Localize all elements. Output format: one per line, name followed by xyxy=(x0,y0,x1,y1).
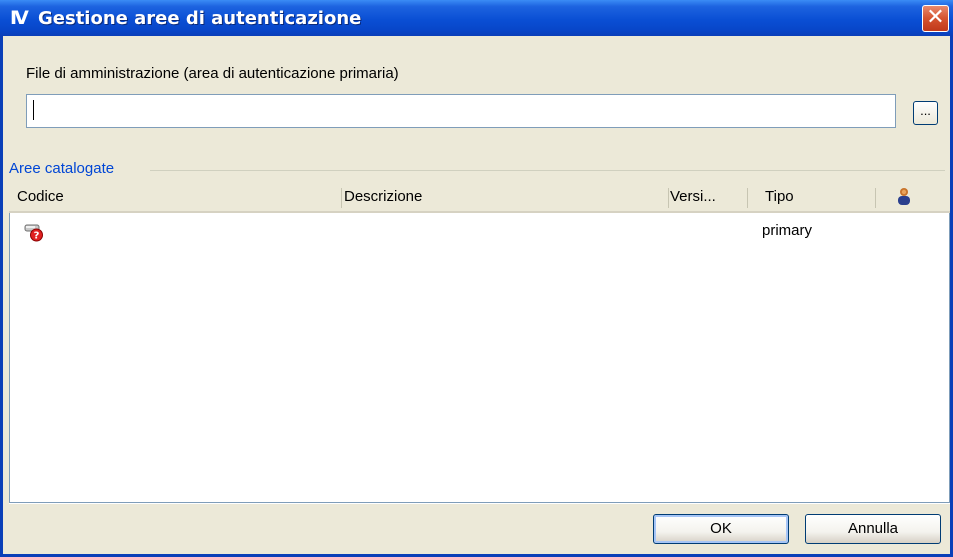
window-title: Gestione aree di autenticazione xyxy=(38,8,362,29)
file-label: File di amministrazione (area di autenti… xyxy=(26,65,399,82)
app-icon: IV xyxy=(10,7,29,29)
group-divider xyxy=(150,170,945,171)
column-header-tipo[interactable]: Tipo xyxy=(765,183,794,211)
key-question-icon: ? xyxy=(24,224,43,242)
column-header-descrizione[interactable]: Descrizione xyxy=(344,183,422,211)
column-header-versione[interactable]: Versi... xyxy=(670,183,716,211)
file-path-input[interactable] xyxy=(26,94,896,128)
group-title: Aree catalogate xyxy=(9,160,118,177)
row-tipo-cell: primary xyxy=(762,222,813,239)
footer-divider xyxy=(9,503,950,504)
browse-button[interactable]: ... xyxy=(913,101,938,125)
column-divider[interactable] xyxy=(668,188,669,208)
column-divider[interactable] xyxy=(341,188,342,208)
cancel-button[interactable]: Annulla xyxy=(805,514,941,544)
close-icon: ✕ xyxy=(926,5,945,30)
column-divider[interactable] xyxy=(747,188,748,208)
close-button[interactable]: ✕ xyxy=(922,5,949,32)
title-bar[interactable]: IV Gestione aree di autenticazione ✕ xyxy=(0,0,953,36)
text-caret xyxy=(33,100,34,120)
svg-text:?: ? xyxy=(34,231,40,242)
column-header-codice[interactable]: Codice xyxy=(17,183,64,211)
user-icon[interactable] xyxy=(897,187,911,207)
column-divider[interactable] xyxy=(875,188,876,208)
ok-button[interactable]: OK xyxy=(653,514,789,544)
list-header: Codice Descrizione Versi... Tipo xyxy=(9,183,950,213)
